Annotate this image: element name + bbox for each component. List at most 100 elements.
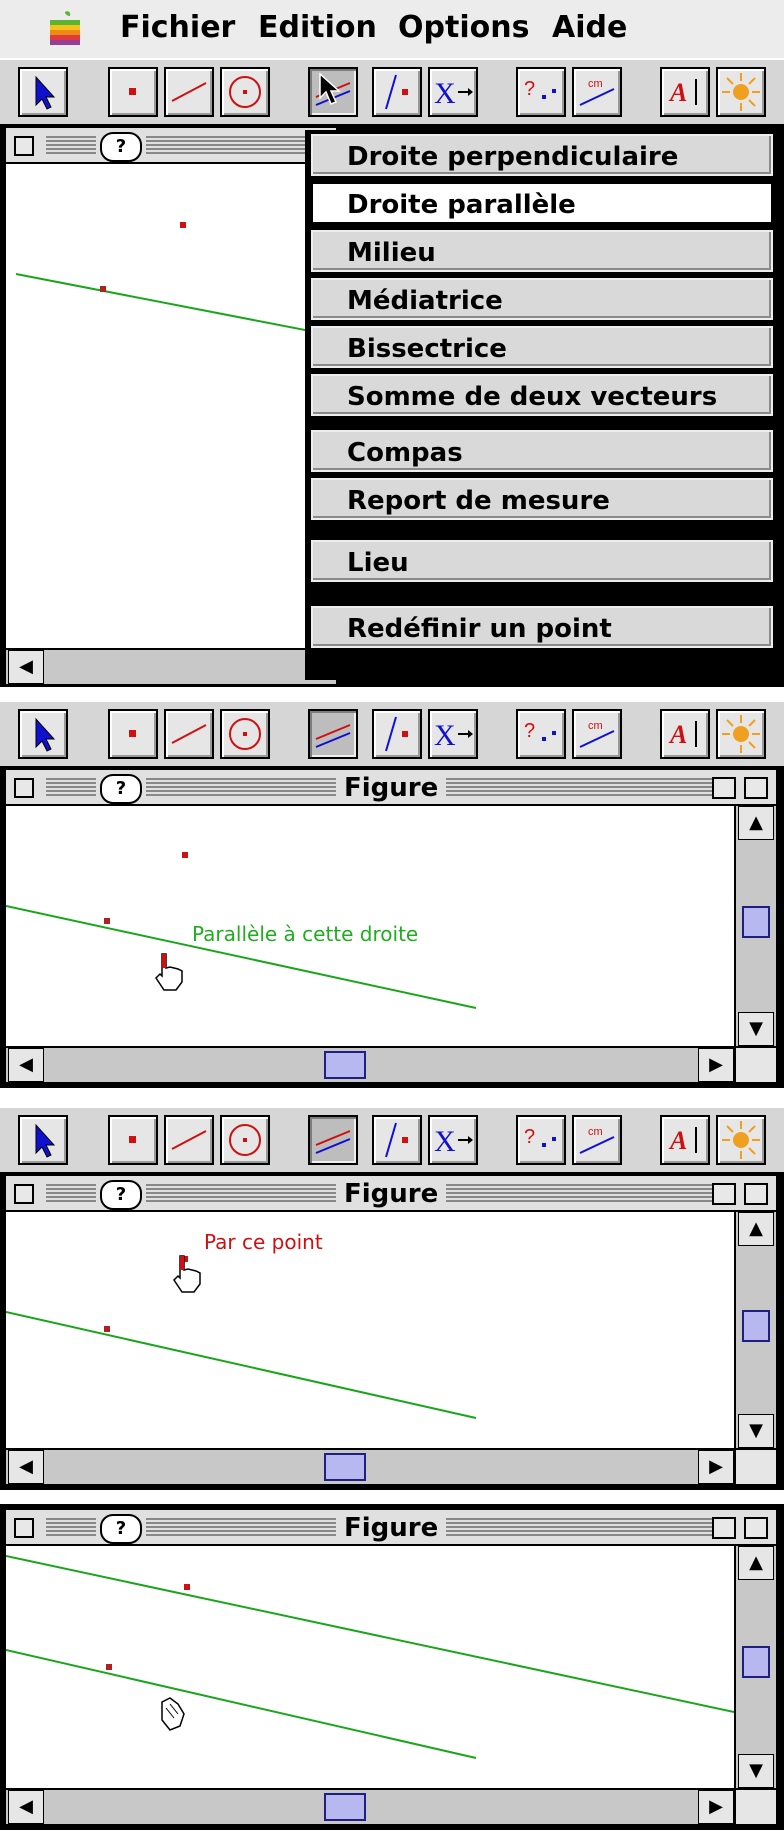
help-balloon-icon[interactable]: ? — [100, 1514, 142, 1544]
close-box[interactable] — [14, 1518, 34, 1538]
menu-item-lieu[interactable]: Lieu — [311, 540, 773, 582]
scroll-up-arrow[interactable]: ▲ — [738, 1546, 774, 1580]
zoom-box[interactable] — [712, 1517, 736, 1539]
measure-tool-button[interactable]: ? — [516, 67, 566, 117]
scroll-up-arrow[interactable]: ▲ — [738, 806, 774, 840]
select-tool-button[interactable] — [18, 67, 68, 117]
line-tool-button[interactable] — [164, 1115, 214, 1165]
vertical-scroll-thumb[interactable] — [742, 1310, 770, 1342]
text-tool-button[interactable]: A — [660, 709, 710, 759]
menu-item-milieu[interactable]: Milieu — [311, 230, 773, 272]
menu-options[interactable]: Options — [398, 10, 529, 45]
display-tool-button[interactable] — [716, 1115, 766, 1165]
grow-box-icon[interactable] — [734, 1046, 776, 1082]
line-tool-button[interactable] — [164, 67, 214, 117]
scroll-down-arrow[interactable]: ▼ — [738, 1012, 774, 1046]
horizontal-scrollbar[interactable]: ◀ ▶ — [6, 1448, 734, 1484]
display-tool-button[interactable] — [716, 67, 766, 117]
menu-item-perpendiculaire[interactable]: Droite perpendiculaire — [311, 134, 773, 176]
select-tool-button[interactable] — [18, 1115, 68, 1165]
scroll-down-arrow[interactable]: ▼ — [738, 1414, 774, 1448]
menu-item-mediatrice[interactable]: Médiatrice — [311, 278, 773, 320]
display-tool-button[interactable] — [716, 709, 766, 759]
close-box[interactable] — [14, 136, 34, 156]
text-tool-button[interactable]: A — [660, 1115, 710, 1165]
length-tool-button[interactable]: cm — [572, 67, 622, 117]
scroll-left-arrow[interactable]: ◀ — [8, 1048, 44, 1082]
circle-tool-button[interactable] — [220, 67, 270, 117]
scroll-down-arrow[interactable]: ▼ — [738, 1754, 774, 1788]
text-tool-button[interactable]: A — [660, 67, 710, 117]
horizontal-scroll-thumb[interactable] — [324, 1453, 366, 1481]
window-titlebar[interactable]: ? — [6, 128, 336, 164]
window-titlebar[interactable]: ? Figure — [6, 1510, 776, 1546]
apple-menu-icon[interactable] — [48, 10, 82, 48]
menu-aide[interactable]: Aide — [552, 10, 627, 45]
intersection-tool-button[interactable] — [372, 1115, 422, 1165]
horizontal-scroll-thumb[interactable] — [324, 1051, 366, 1079]
menu-item-somme-vecteurs[interactable]: Somme de deux vecteurs — [311, 374, 773, 416]
toolbar: X ? cm A — [0, 700, 784, 769]
scroll-right-arrow[interactable]: ▶ — [698, 1790, 734, 1824]
figure-canvas[interactable]: Par ce point — [6, 1212, 734, 1448]
scroll-right-arrow[interactable]: ▶ — [698, 1048, 734, 1082]
menu-item-compas[interactable]: Compas — [311, 430, 773, 472]
circle-tool-button[interactable] — [220, 709, 270, 759]
line-tool-button[interactable] — [164, 709, 214, 759]
scroll-right-arrow[interactable]: ▶ — [698, 1450, 734, 1484]
scroll-up-arrow[interactable]: ▲ — [738, 1212, 774, 1246]
horizontal-scrollbar[interactable]: ◀ ▶ — [6, 1788, 734, 1824]
horizontal-scrollbar[interactable]: ◀ ▶ — [6, 1046, 734, 1082]
menu-fichier[interactable]: Fichier — [120, 10, 235, 45]
close-box[interactable] — [14, 778, 34, 798]
circle-tool-button[interactable] — [220, 1115, 270, 1165]
transform-tool-button[interactable]: X — [428, 67, 478, 117]
grow-box-icon[interactable] — [734, 1448, 776, 1484]
figure-canvas[interactable] — [6, 1546, 734, 1788]
zoom-box[interactable] — [712, 1183, 736, 1205]
collapse-box[interactable] — [744, 777, 768, 799]
collapse-box[interactable] — [744, 1183, 768, 1205]
scroll-left-arrow[interactable]: ◀ — [8, 1790, 44, 1824]
construct-tool-button[interactable] — [308, 709, 358, 759]
window-titlebar[interactable]: ? Figure — [6, 770, 776, 806]
measure-tool-button[interactable]: ? — [516, 709, 566, 759]
measure-tool-button[interactable]: ? — [516, 1115, 566, 1165]
construct-tool-button[interactable] — [308, 1115, 358, 1165]
help-balloon-icon[interactable]: ? — [100, 132, 142, 162]
vertical-scrollbar[interactable]: ▲ ▼ — [734, 1546, 776, 1788]
scroll-left-arrow[interactable]: ◀ — [8, 650, 44, 684]
menu-edition[interactable]: Edition — [258, 10, 377, 45]
transform-tool-button[interactable]: X — [428, 709, 478, 759]
horizontal-scroll-thumb[interactable] — [324, 1793, 366, 1821]
zoom-box[interactable] — [712, 777, 736, 799]
point-tool-button[interactable] — [108, 67, 158, 117]
intersection-tool-button[interactable] — [372, 67, 422, 117]
help-balloon-icon[interactable]: ? — [100, 774, 142, 804]
menu-item-parallele[interactable]: Droite parallèle — [311, 182, 773, 224]
collapse-box[interactable] — [744, 1517, 768, 1539]
help-balloon-icon[interactable]: ? — [100, 1180, 142, 1210]
vertical-scrollbar[interactable]: ▲ ▼ — [734, 806, 776, 1046]
select-tool-button[interactable] — [18, 709, 68, 759]
vertical-scroll-thumb[interactable] — [742, 906, 770, 938]
scroll-left-arrow[interactable]: ◀ — [8, 1450, 44, 1484]
close-box[interactable] — [14, 1184, 34, 1204]
menu-item-redefinir-point[interactable]: Redéfinir un point — [311, 606, 773, 648]
horizontal-scrollbar[interactable]: ◀ — [6, 648, 336, 684]
vertical-scrollbar[interactable]: ▲ ▼ — [734, 1212, 776, 1448]
grow-box-icon[interactable] — [734, 1788, 776, 1824]
menu-item-report-mesure[interactable]: Report de mesure — [311, 478, 773, 520]
length-tool-button[interactable]: cm — [572, 709, 622, 759]
transform-tool-button[interactable]: X — [428, 1115, 478, 1165]
window-titlebar[interactable]: ? Figure — [6, 1176, 776, 1212]
vertical-scroll-thumb[interactable] — [742, 1646, 770, 1678]
prompt-parallel-label: Parallèle à cette droite — [192, 922, 419, 946]
point-tool-button[interactable] — [108, 709, 158, 759]
point-tool-button[interactable] — [108, 1115, 158, 1165]
intersection-tool-button[interactable] — [372, 709, 422, 759]
length-tool-button[interactable]: cm — [572, 1115, 622, 1165]
figure-canvas[interactable] — [6, 164, 336, 684]
figure-canvas[interactable]: Parallèle à cette droite — [6, 806, 734, 1046]
menu-item-bissectrice[interactable]: Bissectrice — [311, 326, 773, 368]
